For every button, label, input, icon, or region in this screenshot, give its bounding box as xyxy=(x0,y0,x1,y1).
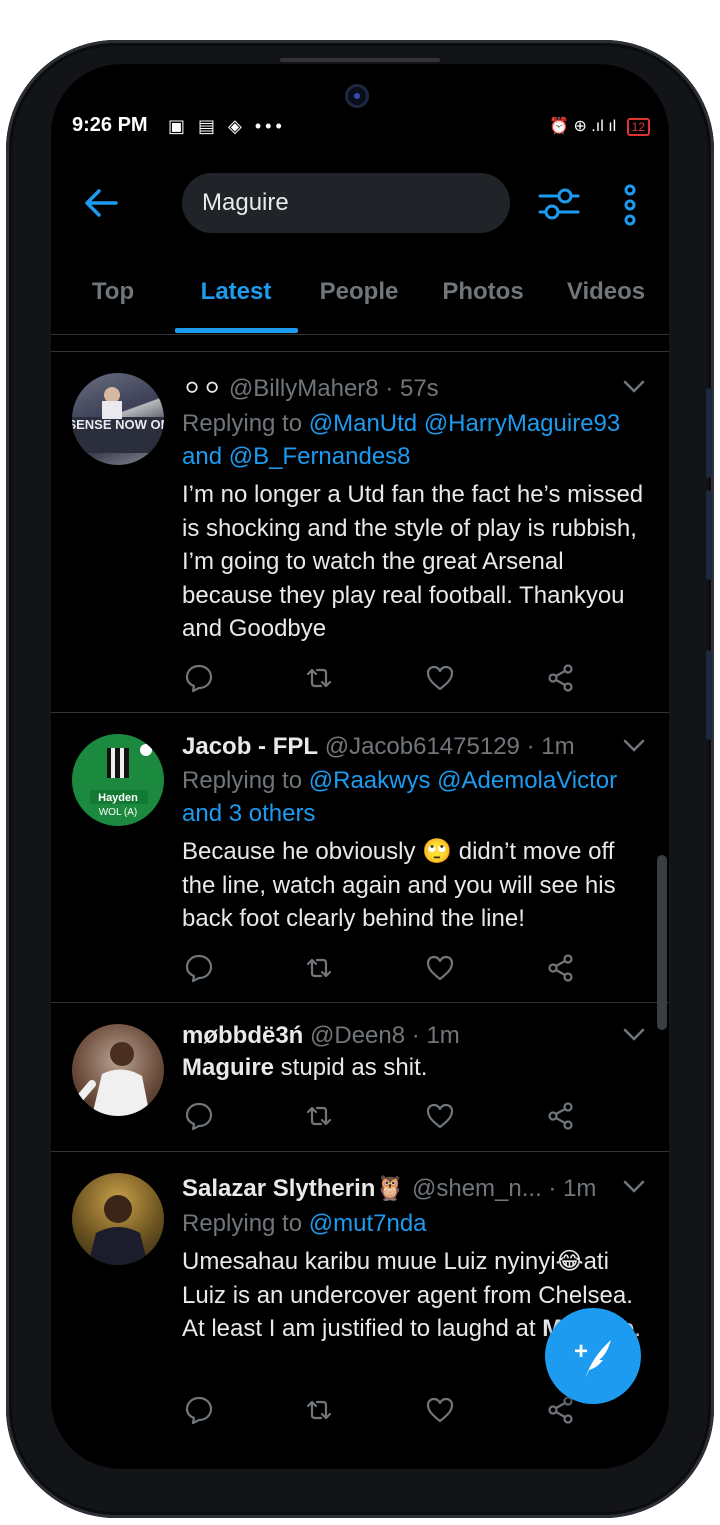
reply-icon[interactable] xyxy=(184,1395,214,1425)
mention-links[interactable]: @Raakwys @AdemolaVictor xyxy=(309,767,617,794)
reply-icon[interactable] xyxy=(184,1101,214,1131)
scrollbar-thumb[interactable] xyxy=(657,855,667,1030)
handle[interactable]: @Deen8 xyxy=(310,1022,405,1049)
tab-photos[interactable]: Photos xyxy=(442,278,523,306)
tweet[interactable]: G SENSE NOW ON S ⚪⚪ @BillyMaher8 · 57s R… xyxy=(51,352,669,713)
replying-prefix: Replying to xyxy=(182,410,303,437)
share-icon[interactable] xyxy=(546,953,576,983)
tab-videos[interactable]: Videos xyxy=(567,278,645,306)
handle[interactable]: @BillyMaher8 xyxy=(229,375,379,402)
avatar-image: Hayden WOL (A) xyxy=(90,744,152,818)
like-heart-icon[interactable] xyxy=(425,953,455,983)
tweet-text-part: Because he obviously xyxy=(182,838,416,865)
power-button xyxy=(706,650,712,740)
chevron-down-icon[interactable] xyxy=(623,1028,645,1042)
retweet-icon[interactable] xyxy=(304,1395,334,1425)
timestamp: · 1m xyxy=(526,733,575,760)
replying-to: Replying to @ManUtd @HarryMaguire93 and … xyxy=(182,407,652,473)
status-system-icons: ⏰ ⊕ .ıl ıl 12 xyxy=(549,116,650,136)
replying-to: Replying to @mut7nda xyxy=(182,1207,652,1240)
like-heart-icon[interactable] xyxy=(425,1101,455,1131)
reply-icon[interactable] xyxy=(184,663,214,693)
timestamp: · 1m xyxy=(548,1175,597,1202)
avatar-fixture: WOL (A) xyxy=(99,807,138,818)
system-icons: ⏰ ⊕ .ıl ıl xyxy=(549,118,617,135)
avatar[interactable]: G SENSE NOW ON S xyxy=(72,373,164,465)
compose-tweet-icon: + xyxy=(574,1338,611,1378)
tweet-header: møbbdë3ń @Deen8 · 1m xyxy=(182,1022,460,1050)
avatar[interactable] xyxy=(72,1024,164,1116)
display-name[interactable]: Jacob - FPL xyxy=(182,733,318,760)
highlighted-search-term: Maguire xyxy=(182,1054,275,1081)
tweet-header: Salazar Slytherin🦉 @shem_n... · 1m xyxy=(182,1174,596,1203)
tweet[interactable]: Hayden WOL (A) Jacob - FPL @Jacob6147512… xyxy=(51,713,669,1003)
display-name[interactable]: Salazar Slytherin🦉 xyxy=(182,1175,405,1202)
eye-roll-emoji: 🙄 xyxy=(422,838,453,865)
status-notification-icons: ▣ ▤ ◈ ••• xyxy=(168,116,286,136)
volume-up-button xyxy=(706,388,712,478)
front-camera xyxy=(345,84,369,108)
tab-latest[interactable]: Latest xyxy=(201,278,272,306)
tweet-actions xyxy=(182,1101,622,1131)
tweet-header: ⚪⚪ @BillyMaher8 · 57s xyxy=(182,374,439,403)
handle[interactable]: @shem_n... xyxy=(412,1175,542,1202)
tab-top[interactable]: Top xyxy=(92,278,134,306)
mention-links[interactable]: @ManUtd @HarryMaguire93 xyxy=(309,410,621,437)
volume-down-button xyxy=(706,490,712,580)
tweet-text: I’m no longer a Utd fan the fact he’s mi… xyxy=(182,481,644,642)
chevron-down-icon[interactable] xyxy=(623,1180,645,1194)
tweet-text: Maguire stupid as shit. xyxy=(182,1051,652,1085)
battery-icon: 12 xyxy=(626,118,650,136)
display-name[interactable]: ⚪⚪ xyxy=(182,375,222,402)
tweet-text-part: d at xyxy=(495,1315,543,1342)
mention-links-more[interactable]: and 3 others xyxy=(182,800,315,827)
status-bar: 9:26 PM ▣ ▤ ◈ ••• ⏰ ⊕ .ıl ıl 12 xyxy=(72,112,650,140)
replying-prefix: Replying to xyxy=(182,767,303,794)
earpiece xyxy=(280,58,440,62)
avatar-image xyxy=(76,1042,150,1116)
retweet-icon[interactable] xyxy=(304,953,334,983)
tweet-text: Because he obviously 🙄 didn’t move off t… xyxy=(182,835,652,936)
more-options-icon[interactable] xyxy=(620,184,640,226)
like-heart-icon[interactable] xyxy=(425,663,455,693)
display-name[interactable]: møbbdë3ń xyxy=(182,1022,303,1049)
search-tabs: Top Latest People Photos Videos xyxy=(51,270,669,335)
share-icon[interactable] xyxy=(546,1101,576,1131)
tweet-actions xyxy=(182,953,622,983)
avatar-banner-text: G SENSE NOW ON S xyxy=(72,417,164,432)
reply-icon[interactable] xyxy=(184,953,214,983)
avatar-player-name: Hayden xyxy=(98,792,138,804)
avatar-image: G SENSE NOW ON S xyxy=(72,387,164,453)
active-tab-indicator xyxy=(175,328,298,333)
back-arrow-icon[interactable] xyxy=(84,186,118,220)
chevron-down-icon[interactable] xyxy=(623,380,645,394)
share-icon[interactable] xyxy=(546,663,576,693)
compose-tweet-button[interactable]: + xyxy=(545,1308,641,1404)
chevron-down-icon[interactable] xyxy=(623,739,645,753)
retweet-icon[interactable] xyxy=(304,663,334,693)
timestamp: · 57s xyxy=(385,375,439,402)
tweet-actions xyxy=(182,663,622,693)
plus-icon: + xyxy=(574,1338,588,1365)
search-filter-icon[interactable] xyxy=(538,184,580,224)
tweet-header: Jacob - FPL @Jacob61475129 · 1m xyxy=(182,733,575,761)
mention-links-more[interactable]: and @B_Fernandes8 xyxy=(182,443,411,470)
mention-links[interactable]: @mut7nda xyxy=(309,1210,427,1237)
avatar[interactable]: Hayden WOL (A) xyxy=(72,734,164,826)
search-input[interactable]: Maguire xyxy=(182,173,510,233)
avatar-image xyxy=(88,1195,148,1265)
avatar[interactable] xyxy=(72,1173,164,1265)
replying-prefix: Replying to xyxy=(182,1210,303,1237)
like-heart-icon[interactable] xyxy=(425,1395,455,1425)
replying-to: Replying to @Raakwys @AdemolaVictor and … xyxy=(182,764,652,830)
retweet-icon[interactable] xyxy=(304,1101,334,1131)
timestamp: · 1m xyxy=(411,1022,460,1049)
tweet[interactable]: møbbdë3ń @Deen8 · 1m Maguire stupid as s… xyxy=(51,1003,669,1152)
handle[interactable]: @Jacob61475129 xyxy=(325,733,520,760)
tab-people[interactable]: People xyxy=(320,278,399,306)
tweet-text-part: stupid as shit. xyxy=(274,1054,428,1081)
status-time: 9:26 PM xyxy=(72,114,148,136)
